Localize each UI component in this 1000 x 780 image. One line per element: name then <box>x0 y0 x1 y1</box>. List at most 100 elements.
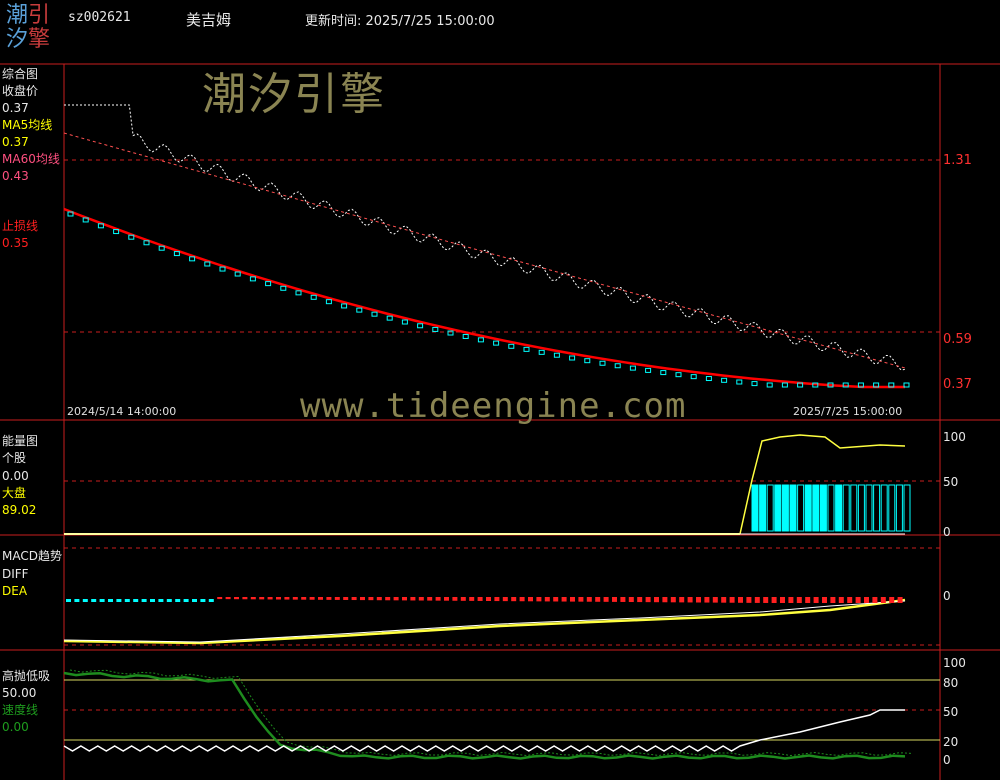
y-tick: 20 <box>943 735 959 749</box>
macd-bar <box>351 597 357 601</box>
energy-bar <box>842 484 850 532</box>
candle <box>614 363 621 369</box>
macd-bar <box>108 599 113 602</box>
candle <box>386 315 393 321</box>
candle <box>781 382 788 388</box>
macd-bar <box>318 597 323 600</box>
candle <box>645 367 652 373</box>
macd-bar <box>838 597 844 603</box>
speed-line-shadow <box>69 669 912 757</box>
ma60-value: 0.43 <box>2 169 29 183</box>
macd-bar <box>234 597 239 600</box>
macd-bar <box>276 597 281 600</box>
macd-bar <box>124 599 130 602</box>
macd-bar <box>813 597 819 603</box>
candle <box>751 381 758 387</box>
candle <box>508 343 515 349</box>
ma5-label: MA5均线 <box>2 118 53 132</box>
macd-bar <box>183 599 189 602</box>
macd-bar <box>519 597 525 602</box>
macd-bar <box>679 597 685 603</box>
main-panel-title: 综合图 <box>2 67 39 81</box>
energy-bar <box>751 484 759 532</box>
macd-bar <box>620 597 626 602</box>
macd-bar <box>687 597 693 603</box>
close-label: 收盘价 <box>2 84 39 98</box>
macd-bar <box>511 597 517 602</box>
candle <box>721 377 728 383</box>
energy-bar <box>857 484 865 532</box>
macd-bar <box>66 599 71 602</box>
ma60-label: MA60均线 <box>2 152 60 166</box>
y-tick: 80 <box>943 676 959 690</box>
stock-energy-label: 个股 <box>2 451 27 465</box>
macd-bar <box>334 597 340 600</box>
macd-bar <box>208 599 214 602</box>
y-tick: 1.31 <box>943 153 972 168</box>
energy-bar <box>827 484 835 532</box>
energy-bar <box>789 484 797 532</box>
candle <box>736 379 743 385</box>
macd-bar <box>662 597 668 603</box>
macd-bar <box>435 597 441 601</box>
speed-line <box>63 671 906 760</box>
macd-bar <box>150 599 155 602</box>
macd-bar <box>637 597 643 603</box>
market-energy-value: 89.02 <box>2 503 37 517</box>
macd-bar <box>200 599 206 602</box>
macd-bar <box>217 597 223 600</box>
ma5-value: 0.37 <box>2 135 29 149</box>
macd-bar <box>452 597 458 601</box>
candle <box>295 290 302 296</box>
energy-bar <box>835 484 843 532</box>
y-tick: 0.37 <box>943 377 972 392</box>
candle <box>629 365 636 371</box>
macd-bar <box>780 597 785 603</box>
macd-bar <box>570 597 575 602</box>
dea-label: DEA <box>2 584 28 598</box>
macd-bar <box>141 599 147 602</box>
macd-bar <box>166 599 172 602</box>
macd-bar <box>553 597 559 602</box>
y-tick: 50 <box>943 705 959 719</box>
energy-panel-title: 能量图 <box>2 434 39 448</box>
macd-bar <box>175 599 181 602</box>
energy-bar <box>850 484 858 532</box>
macd-bar <box>427 597 433 601</box>
macd-bar <box>309 597 315 600</box>
candle <box>325 299 332 305</box>
energy-bar <box>766 484 774 532</box>
macd-bar <box>385 597 391 601</box>
macd-bar <box>444 597 449 601</box>
energy-bar <box>797 484 805 532</box>
y-tick: 0 <box>943 753 951 767</box>
energy-bar <box>819 484 827 532</box>
candle <box>310 294 317 300</box>
macd-bar <box>771 597 777 603</box>
macd-bar <box>754 597 760 603</box>
speed-label: 速度线 <box>2 703 39 717</box>
candle <box>477 337 484 343</box>
speed-value: 0.00 <box>2 720 29 734</box>
macd-bar <box>889 597 895 603</box>
macd-bar <box>326 597 332 600</box>
y-tick: 0.59 <box>943 332 972 347</box>
candle <box>599 360 606 366</box>
macd-bar <box>393 597 399 601</box>
watermark-brand: 潮汐引擎 <box>202 69 386 120</box>
macd-bar <box>284 597 290 600</box>
candle <box>432 326 439 332</box>
candle <box>401 319 408 325</box>
candle <box>249 276 256 282</box>
energy-bar <box>865 484 873 532</box>
macd-bar <box>502 597 508 602</box>
diff-label: DIFF <box>2 567 29 581</box>
candle <box>675 372 682 378</box>
macd-bar <box>82 599 88 602</box>
energy-bar <box>774 484 782 532</box>
macd-bar <box>830 597 836 603</box>
macd-bar <box>301 597 307 600</box>
energy-bar <box>781 484 789 532</box>
macd-bar <box>158 599 164 602</box>
macd-bar <box>410 597 416 601</box>
